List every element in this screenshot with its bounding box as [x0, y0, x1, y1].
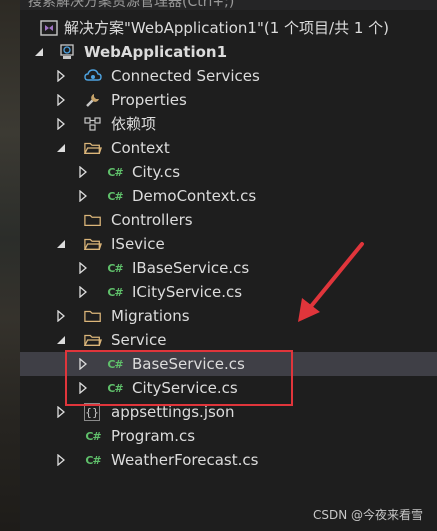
tree-row-project[interactable]: WebApplication1	[20, 40, 437, 64]
ibaseservice-cs-label: IBaseService.cs	[132, 259, 250, 277]
background-strip	[0, 0, 20, 531]
collapsed-arrow-icon[interactable]	[56, 454, 66, 466]
tree-row-democontext-cs[interactable]: C# DemoContext.cs	[20, 184, 437, 208]
collapsed-arrow-icon[interactable]	[78, 262, 88, 274]
city-cs-label: City.cs	[132, 163, 181, 181]
collapsed-arrow-icon[interactable]	[56, 118, 66, 130]
connected-services-icon	[84, 67, 102, 85]
tree-row-service-folder[interactable]: Service	[20, 328, 437, 352]
migrations-folder-label: Migrations	[111, 307, 190, 325]
watermark: CSDN @今夜来看雪	[312, 508, 423, 522]
properties-label: Properties	[111, 91, 187, 109]
collapsed-arrow-icon[interactable]	[56, 94, 66, 106]
program-cs-label: Program.cs	[111, 427, 196, 445]
tree-row-migrations-folder[interactable]: Migrations	[20, 304, 437, 328]
annotation-arrow-icon	[298, 242, 364, 322]
web-project-icon	[58, 43, 76, 61]
solution-icon	[40, 19, 58, 37]
weatherforecast-cs-label: WeatherForecast.cs	[111, 451, 259, 469]
collapsed-arrow-icon[interactable]	[56, 70, 66, 82]
expanded-arrow-icon[interactable]	[56, 238, 66, 250]
open-folder-icon	[84, 235, 102, 253]
icityservice-cs-label: ICityService.cs	[132, 283, 243, 301]
tree-row-icityservice-cs[interactable]: C# ICityService.cs	[20, 280, 437, 304]
service-folder-label: Service	[111, 331, 167, 349]
open-folder-icon	[84, 139, 102, 157]
tree-row-isevice-folder[interactable]: ISevice	[20, 232, 437, 256]
search-placeholder: 搜索解决方案资源管理器(Ctrl+;)	[28, 0, 235, 10]
expanded-arrow-icon[interactable]	[56, 142, 66, 154]
csharp-file-icon: C#	[85, 453, 101, 467]
tree-row-connected-services[interactable]: Connected Services	[20, 64, 437, 88]
context-folder-label: Context	[111, 139, 170, 157]
wrench-icon	[84, 91, 102, 109]
collapsed-arrow-icon[interactable]	[78, 190, 88, 202]
connected-services-label: Connected Services	[111, 67, 260, 85]
csharp-file-icon: C#	[107, 165, 123, 179]
collapsed-arrow-icon[interactable]	[56, 310, 66, 322]
solution-explorer-window: 搜索解决方案资源管理器(Ctrl+;) 解决方案"WebApplication1…	[0, 0, 437, 531]
collapsed-arrow-icon[interactable]	[78, 166, 88, 178]
search-bar[interactable]: 搜索解决方案资源管理器(Ctrl+;)	[20, 0, 437, 10]
csharp-file-icon: C#	[107, 261, 123, 275]
csharp-file-icon: C#	[85, 429, 101, 443]
csharp-file-icon: C#	[107, 285, 123, 299]
csharp-file-icon: C#	[107, 189, 123, 203]
expanded-arrow-icon[interactable]	[56, 334, 66, 346]
tree-row-controllers-folder[interactable]: Controllers	[20, 208, 437, 232]
tree-row-program-cs[interactable]: C# Program.cs	[20, 424, 437, 448]
democontext-cs-label: DemoContext.cs	[132, 187, 257, 205]
solution-label: 解决方案"WebApplication1"(1 个项目/共 1 个)	[64, 19, 390, 37]
tree-row-dependencies[interactable]: 依赖项	[20, 112, 437, 136]
tree-row-ibaseservice-cs[interactable]: C# IBaseService.cs	[20, 256, 437, 280]
folder-icon	[84, 211, 102, 229]
folder-icon	[84, 307, 102, 325]
tree-row-weatherforecast-cs[interactable]: C# WeatherForecast.cs	[20, 448, 437, 472]
dependencies-label: 依赖项	[111, 115, 157, 133]
collapsed-arrow-icon[interactable]	[78, 286, 88, 298]
controllers-folder-label: Controllers	[111, 211, 193, 229]
dependencies-icon	[84, 115, 102, 133]
open-folder-icon	[84, 331, 102, 349]
collapsed-arrow-icon[interactable]	[56, 406, 66, 418]
tree-row-properties[interactable]: Properties	[20, 88, 437, 112]
tree-row-solution[interactable]: 解决方案"WebApplication1"(1 个项目/共 1 个)	[20, 16, 437, 40]
expanded-arrow-icon[interactable]	[34, 46, 44, 58]
tree-row-city-cs[interactable]: C# City.cs	[20, 160, 437, 184]
tree-row-context-folder[interactable]: Context	[20, 136, 437, 160]
isevice-folder-label: ISevice	[111, 235, 165, 253]
project-label: WebApplication1	[84, 43, 228, 61]
annotation-highlight-box	[65, 350, 293, 406]
